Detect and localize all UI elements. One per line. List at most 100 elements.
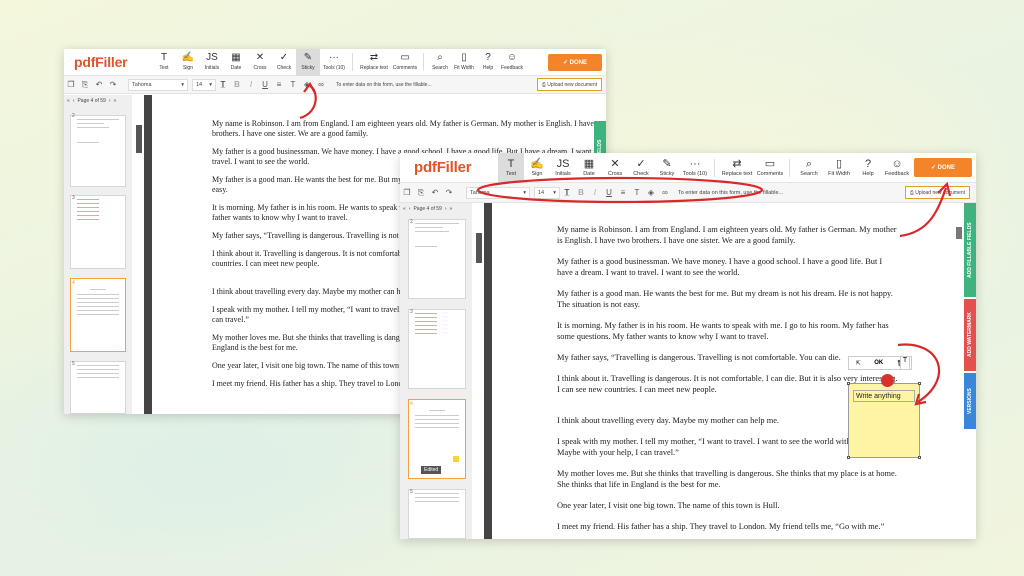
check-tool[interactable]: ✓ Check [272,49,296,76]
initials-tool[interactable]: JS Initials [550,153,576,183]
upload-button[interactable]: ⎙ Upload new document [536,78,602,91]
versions-tab[interactable]: VERSIONS [964,373,976,429]
underline-icon[interactable]: U [258,78,272,92]
prev-page-icon[interactable]: ‹ [73,98,75,104]
text-tool[interactable]: T Text [152,49,176,76]
fit-width-tool[interactable]: ▯ Fit Width [452,49,476,76]
text-color-icon[interactable]: T̲ [216,78,230,92]
undo-icon[interactable]: ↶ [92,78,106,92]
text-style-icon[interactable]: T [286,78,300,92]
sticky-marker [453,456,459,462]
align-icon[interactable]: ≡ [272,78,286,92]
thumbnail-scrollbar[interactable] [136,125,142,153]
link-icon[interactable]: ∞ [658,186,672,200]
sticky-ok-button[interactable]: OK [874,360,883,366]
drag-icon[interactable]: ⇱ [856,360,861,367]
undo-icon[interactable]: ↶ [428,186,442,200]
fit-width-tool[interactable]: ▯ Fit Width [824,153,854,183]
initials-tool[interactable]: JS Initials [200,49,224,76]
next-page-icon[interactable]: › [109,98,111,104]
search-tool[interactable]: ⌕ Search [428,49,452,76]
comments-tool[interactable]: ▭ Comments [391,49,419,76]
size-select[interactable]: 14 ▾ [192,78,216,91]
underline-icon[interactable]: U [602,186,616,200]
sticky-note-text[interactable]: Write anything [853,390,915,402]
page-thumbnail[interactable] [408,219,466,299]
bold-icon[interactable]: B [230,78,244,92]
done-button[interactable]: ✓ DONE [548,54,602,71]
font-select[interactable]: Tahoma ▾ [466,186,530,199]
sign-tool[interactable]: ✍ Sign [176,49,200,76]
resize-handle[interactable] [918,382,921,385]
redo-icon[interactable]: ↷ [106,78,120,92]
link-icon[interactable]: ∞ [314,78,328,92]
add-fillable-fields-tab[interactable]: ADD FILLABLE FIELDS [964,203,976,297]
doc-paragraph[interactable]: My name is Robinson. I am from England. … [557,224,900,246]
help-tool[interactable]: ? Help [476,49,500,76]
document-scrollbar[interactable] [956,227,962,239]
sign-tool[interactable]: ✍ Sign [524,153,550,183]
feedback-tool[interactable]: ☺ Feedback [500,49,524,76]
page-thumbnail-active[interactable]: Edited [408,399,466,479]
resize-handle[interactable] [847,456,850,459]
fill-color-icon[interactable]: ◈ [300,78,314,92]
page-thumbnail[interactable] [408,489,466,539]
tools-more[interactable]: ··· Tools (10) [320,49,348,76]
doc-paragraph[interactable]: My father is a good businessman. We have… [557,256,900,278]
search-tool[interactable]: ⌕ Search [794,153,824,183]
page-thumbnail[interactable] [408,309,466,389]
add-watermark-tab[interactable]: ADD WATERMARK [964,299,976,371]
first-page-icon[interactable]: « [67,98,70,104]
page-thumbnail[interactable] [70,195,126,269]
page-thumbnail-active[interactable] [70,278,126,352]
done-button[interactable]: ✓ DONE [914,158,972,177]
text-tool[interactable]: T Text [498,153,524,183]
sticky-text-style-icon[interactable]: T [900,356,910,370]
pages-icon[interactable]: ❐ [64,78,78,92]
doc-icon[interactable]: ⎘ [78,78,92,92]
replace-text-tool[interactable]: ⇄ Replace text [357,49,391,76]
doc-paragraph[interactable]: My mother loves me. But she thinks that … [557,468,900,490]
prev-page-icon[interactable]: ‹ [409,206,411,212]
tools-more[interactable]: ··· Tools (10) [680,153,710,183]
thumbnail-scrollbar[interactable] [476,233,482,263]
check-tool[interactable]: ✓ Check [628,153,654,183]
text-color-icon[interactable]: T̲ [560,186,574,200]
next-page-icon[interactable]: › [445,206,447,212]
resize-handle[interactable] [847,382,850,385]
cross-tool[interactable]: ✕ Cross [602,153,628,183]
fill-color-icon[interactable]: ◈ [644,186,658,200]
font-select[interactable]: Tahoma ▾ [128,78,188,91]
help-tool[interactable]: ? Help [854,153,882,183]
resize-handle[interactable] [918,456,921,459]
doc-paragraph[interactable]: I meet my friend. His father has a ship.… [557,521,900,532]
date-tool[interactable]: ▦ Date [224,49,248,76]
last-page-icon[interactable]: » [113,98,116,104]
italic-icon[interactable]: I [244,78,258,92]
doc-paragraph[interactable]: It is morning. My father is in his room.… [557,320,900,342]
cross-tool[interactable]: ✕ Cross [248,49,272,76]
size-select[interactable]: 14 ▾ [534,186,560,199]
doc-paragraph[interactable]: One year later, I visit one big town. Th… [557,500,900,511]
last-page-icon[interactable]: » [449,206,452,212]
doc-paragraph[interactable]: My name is Robinson. I am from England. … [212,119,606,139]
page-thumbnail[interactable] [70,361,126,414]
sticky-tool[interactable]: ✎ Sticky [296,49,320,76]
date-tool[interactable]: ▦ Date [576,153,602,183]
align-icon[interactable]: ≡ [616,186,630,200]
replace-text-tool[interactable]: ⇄ Replace text [719,153,755,183]
italic-icon[interactable]: I [588,186,602,200]
feedback-tool[interactable]: ☺ Feedback [882,153,912,183]
redo-icon[interactable]: ↷ [442,186,456,200]
pages-icon[interactable]: ❐ [400,186,414,200]
doc-paragraph[interactable]: My father is a good man. He wants the be… [557,288,900,310]
sticky-tool[interactable]: ✎ Sticky [654,153,680,183]
upload-button[interactable]: ⎙ Upload new document [904,186,970,199]
page-thumbnail[interactable] [70,115,126,187]
doc-icon[interactable]: ⎘ [414,186,428,200]
text-style-icon[interactable]: T [630,186,644,200]
sticky-note[interactable]: Write anything [847,374,921,459]
first-page-icon[interactable]: « [403,206,406,212]
bold-icon[interactable]: B [574,186,588,200]
comments-tool[interactable]: ▭ Comments [755,153,785,183]
